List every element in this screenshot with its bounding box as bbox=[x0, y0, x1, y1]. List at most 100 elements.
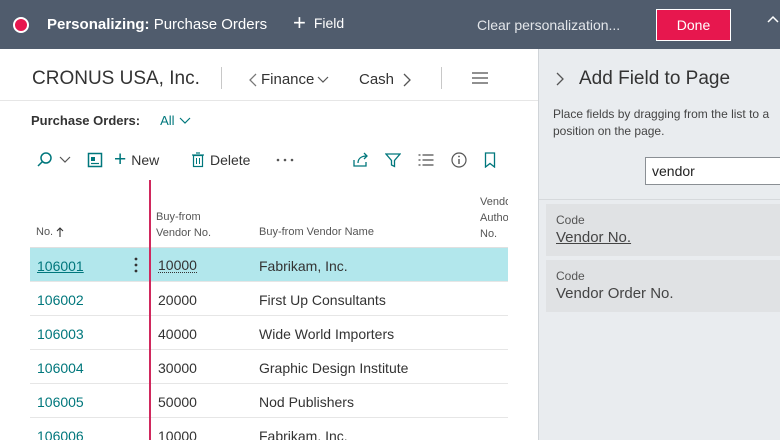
grid-header: No. Buy-from Vendor No. Buy-from Vendor … bbox=[30, 179, 508, 248]
filter-value-dropdown[interactable]: All bbox=[160, 113, 190, 128]
column-header-auth-line1: Vendor bbox=[480, 196, 508, 208]
navigation-bar: CRONUS USA, Inc. Finance Cash bbox=[0, 49, 538, 101]
table-row[interactable]: 106006 10000 Fabrikam, Inc. bbox=[30, 418, 508, 440]
list-view-button[interactable] bbox=[418, 149, 434, 171]
panel-divider bbox=[539, 199, 780, 200]
vendor-no-cell[interactable]: 50000 bbox=[158, 394, 197, 410]
info-icon bbox=[451, 152, 467, 168]
nav-cash-menu[interactable]: Cash bbox=[359, 71, 412, 88]
vendor-name-cell[interactable]: Wide World Importers bbox=[259, 326, 394, 342]
vendor-name-cell[interactable]: Nod Publishers bbox=[259, 394, 354, 410]
filter-value: All bbox=[160, 113, 175, 128]
plus-icon: + bbox=[293, 10, 306, 35]
delete-button[interactable]: Delete bbox=[191, 149, 250, 171]
trash-icon bbox=[192, 152, 204, 168]
new-label: New bbox=[131, 152, 160, 168]
table-row[interactable]: 106001 10000 Fabrikam, Inc. bbox=[30, 248, 508, 282]
bookmark-button[interactable] bbox=[484, 149, 496, 171]
field-name[interactable]: Vendor Order No. bbox=[556, 285, 674, 302]
plus-icon: + bbox=[114, 148, 127, 171]
field-type: Code bbox=[556, 269, 585, 283]
column-header-vendor-authorization-no[interactable]: Vendor Authorization No. bbox=[480, 194, 508, 242]
nav-divider bbox=[221, 67, 222, 89]
search-button[interactable] bbox=[36, 149, 71, 171]
column-header-no-label: No. bbox=[36, 226, 54, 238]
column-header-vendor-no[interactable]: Buy-from Vendor No. bbox=[156, 209, 211, 241]
order-no-link[interactable]: 106002 bbox=[37, 292, 84, 308]
vendor-name-cell[interactable]: Fabrikam, Inc. bbox=[259, 258, 348, 274]
add-field-button[interactable]: + Field bbox=[293, 10, 345, 35]
share-icon bbox=[353, 152, 368, 167]
add-field-label: Field bbox=[313, 15, 345, 31]
vendor-name-cell[interactable]: First Up Consultants bbox=[259, 292, 386, 308]
more-dots-icon bbox=[276, 158, 294, 162]
table-row[interactable]: 106002 20000 First Up Consultants bbox=[30, 282, 508, 316]
vendor-no-cell[interactable]: 30000 bbox=[158, 360, 197, 376]
order-no-link[interactable]: 106001 bbox=[37, 258, 84, 274]
personalizing-indicator-icon bbox=[13, 17, 29, 33]
nav-finance-menu[interactable]: Finance bbox=[248, 71, 329, 88]
search-icon bbox=[37, 152, 52, 167]
row-actions-icon[interactable] bbox=[130, 255, 142, 275]
panel-hint: Place fields by dragging from the list t… bbox=[553, 107, 770, 138]
order-no-link[interactable]: 106004 bbox=[37, 360, 84, 376]
nav-divider bbox=[441, 67, 442, 89]
vendor-no-cell[interactable]: 20000 bbox=[158, 292, 197, 308]
list-icon bbox=[418, 154, 434, 166]
chevron-down-icon bbox=[317, 76, 329, 83]
panel-header: Add Field to Page bbox=[555, 68, 730, 90]
order-no-link[interactable]: 106003 bbox=[37, 326, 84, 342]
more-options-button[interactable] bbox=[276, 149, 294, 171]
order-no-link[interactable]: 106006 bbox=[37, 428, 84, 440]
new-button[interactable]: + New bbox=[114, 149, 159, 171]
nav-finance-label: Finance bbox=[261, 71, 315, 88]
card-view-icon bbox=[87, 152, 103, 168]
share-button[interactable] bbox=[352, 149, 370, 171]
chevron-right-icon[interactable] bbox=[555, 71, 565, 87]
company-name[interactable]: CRONUS USA, Inc. bbox=[32, 68, 200, 90]
nav-cash-label: Cash bbox=[359, 71, 395, 88]
purchase-orders-grid: No. Buy-from Vendor No. Buy-from Vendor … bbox=[30, 179, 508, 440]
vendor-no-cell[interactable]: 10000 bbox=[158, 258, 197, 273]
column-header-vendor-name[interactable]: Buy-from Vendor Name bbox=[259, 226, 374, 238]
purchase-orders-page: CRONUS USA, Inc. Finance Cash Purchase O… bbox=[0, 49, 538, 440]
field-search-input[interactable] bbox=[645, 157, 780, 185]
info-button[interactable] bbox=[451, 149, 467, 171]
chevron-left-icon[interactable] bbox=[248, 72, 258, 88]
chevron-right-icon[interactable] bbox=[402, 72, 412, 88]
page-view-button[interactable] bbox=[87, 149, 103, 171]
order-no-link[interactable]: 106005 bbox=[37, 394, 84, 410]
panel-title: Add Field to Page bbox=[579, 68, 731, 89]
done-button[interactable]: Done bbox=[656, 9, 731, 41]
vendor-name-cell[interactable]: Fabrikam, Inc. bbox=[259, 428, 348, 440]
column-header-no[interactable]: No. bbox=[36, 226, 64, 238]
clear-personalization-button[interactable]: Clear personalization... bbox=[477, 17, 620, 33]
hamburger-menu-icon[interactable] bbox=[471, 72, 489, 84]
vendor-no-cell[interactable]: 10000 bbox=[158, 428, 197, 440]
vendor-name-cell[interactable]: Graphic Design Institute bbox=[259, 360, 408, 376]
column-header-vendor-no-line1: Buy-from bbox=[156, 211, 201, 223]
bookmark-icon bbox=[484, 152, 496, 168]
vendor-no-cell[interactable]: 40000 bbox=[158, 326, 197, 342]
personalizing-title: Personalizing: Purchase Orders bbox=[47, 16, 267, 33]
freeze-pane-divider[interactable] bbox=[149, 180, 151, 440]
column-header-auth-line3: No. bbox=[480, 228, 498, 240]
column-header-vendor-no-line2: Vendor No. bbox=[156, 227, 212, 239]
table-row[interactable]: 106003 40000 Wide World Importers bbox=[30, 316, 508, 350]
field-type: Code bbox=[556, 213, 585, 227]
chevron-up-icon[interactable] bbox=[766, 12, 780, 26]
filter-button[interactable] bbox=[385, 149, 401, 171]
personalization-bar: Personalizing: Purchase Orders + Field C… bbox=[0, 0, 780, 49]
field-list-item[interactable]: Code Vendor No. bbox=[546, 204, 780, 256]
field-list-item[interactable]: Code Vendor Order No. bbox=[546, 260, 780, 312]
personalizing-page-name: Purchase Orders bbox=[153, 16, 268, 33]
table-row[interactable]: 106004 30000 Graphic Design Institute bbox=[30, 350, 508, 384]
filter-icon bbox=[385, 153, 401, 168]
table-row[interactable]: 106005 50000 Nod Publishers bbox=[30, 384, 508, 418]
chevron-down-icon bbox=[179, 117, 190, 124]
sort-ascending-icon bbox=[56, 226, 64, 237]
column-header-auth-line2: Authorization bbox=[480, 212, 508, 224]
field-name[interactable]: Vendor No. bbox=[556, 229, 631, 246]
view-filter: Purchase Orders: All bbox=[31, 113, 191, 128]
chevron-down-icon bbox=[59, 156, 71, 163]
